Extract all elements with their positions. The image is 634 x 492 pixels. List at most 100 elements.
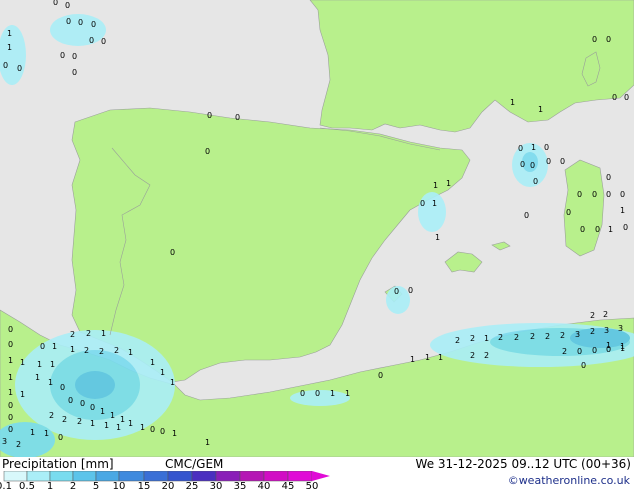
map-value-label: 2 bbox=[70, 330, 75, 339]
map-value-label: 1 bbox=[7, 29, 12, 38]
map-value-label: 0 bbox=[68, 396, 73, 405]
map-value-label: 1 bbox=[128, 419, 133, 428]
precip-patch-catalonia bbox=[418, 192, 446, 232]
map-value-label: 0 bbox=[17, 64, 22, 73]
credit-link[interactable]: ©weatheronline.co.uk bbox=[508, 474, 630, 487]
scale-tick-label: 15 bbox=[137, 481, 151, 492]
map-value-label: 2 bbox=[530, 332, 535, 341]
map-value-label: 2 bbox=[99, 347, 104, 356]
map-value-label: 1 bbox=[44, 429, 49, 438]
map-value-label: 3 bbox=[2, 437, 7, 446]
map-value-label: 2 bbox=[84, 346, 89, 355]
map-value-label: 0 bbox=[580, 225, 585, 234]
map-value-label: 1 bbox=[345, 389, 350, 398]
map-value-label: 0 bbox=[577, 190, 582, 199]
map-value-label: 1 bbox=[7, 43, 12, 52]
scale-swatch bbox=[215, 471, 241, 482]
scale-swatch bbox=[72, 471, 97, 482]
map-value-label: 0 bbox=[624, 93, 629, 102]
map-value-label: 0 bbox=[606, 173, 611, 182]
scale-tick-label: 50 bbox=[305, 481, 319, 492]
scale-tick-label: 40 bbox=[257, 481, 271, 492]
scale-swatch bbox=[49, 471, 74, 482]
map-value-label: 1 bbox=[170, 378, 175, 387]
map-value-label: 0 bbox=[8, 340, 13, 349]
map-value-label: 0 bbox=[606, 35, 611, 44]
map-value-label: 1 bbox=[50, 360, 55, 369]
map-value-label: 2 bbox=[560, 331, 565, 340]
map-value-label: 1 bbox=[150, 358, 155, 367]
map-value-label: 0 bbox=[60, 383, 65, 392]
scale-swatch bbox=[3, 471, 28, 482]
map-value-label: 0 bbox=[101, 37, 106, 46]
map-value-label: 1 bbox=[438, 353, 443, 362]
map-value-label: 0 bbox=[72, 68, 77, 77]
map-value-label: 1 bbox=[205, 438, 210, 447]
map-value-label: 3 bbox=[618, 324, 623, 333]
map-value-label: 0 bbox=[620, 190, 625, 199]
map-value-label: 2 bbox=[455, 336, 460, 345]
map-value-label: 0 bbox=[8, 401, 13, 410]
map-value-label: 0 bbox=[592, 346, 597, 355]
map-value-label: 1 bbox=[20, 390, 25, 399]
map-value-label: 0 bbox=[66, 17, 71, 26]
map-value-label: 0 bbox=[89, 36, 94, 45]
map-value-label: 0 bbox=[577, 347, 582, 356]
scale-tick-label: 10 bbox=[112, 481, 126, 492]
map-value-label: 0 bbox=[544, 143, 549, 152]
map-value-label: 0 bbox=[378, 371, 383, 380]
scale-tick-label: 20 bbox=[161, 481, 175, 492]
scale-tick-label: 25 bbox=[185, 481, 199, 492]
scale-tick-label: 0.5 bbox=[19, 481, 35, 492]
map-value-label: 2 bbox=[498, 333, 503, 342]
map-value-label: 1 bbox=[172, 429, 177, 438]
map-value-label: 1 bbox=[484, 334, 489, 343]
map-value-label: 0 bbox=[623, 223, 628, 232]
map-value-label: 1 bbox=[432, 199, 437, 208]
map-value-label: 0 bbox=[53, 0, 58, 7]
map-value-label: 1 bbox=[620, 206, 625, 215]
scale-swatch bbox=[26, 471, 51, 482]
map-value-label: 2 bbox=[62, 415, 67, 424]
map-value-label: 1 bbox=[35, 373, 40, 382]
model-name: CMC/GEM bbox=[165, 457, 224, 471]
map-value-label: 0 bbox=[524, 211, 529, 220]
map-value-label: 2 bbox=[562, 347, 567, 356]
map-value-label: 0 bbox=[205, 147, 210, 156]
scale-tick-label: 45 bbox=[281, 481, 295, 492]
map-value-label: 0 bbox=[533, 177, 538, 186]
map-value-label: 1 bbox=[8, 373, 13, 382]
map-value-label: 1 bbox=[110, 411, 115, 420]
legend-title: Precipitation [mm] bbox=[2, 457, 114, 471]
map-value-label: 1 bbox=[52, 342, 57, 351]
map-value-label: 2 bbox=[484, 351, 489, 360]
map-value-label: 1 bbox=[510, 98, 515, 107]
map-value-label: 1 bbox=[140, 423, 145, 432]
map-value-label: 1 bbox=[70, 345, 75, 354]
map-value-label: 1 bbox=[446, 179, 451, 188]
map-value-label: 2 bbox=[590, 327, 595, 336]
precip-patch-gibraltar-core bbox=[75, 371, 115, 399]
map-value-label: 1 bbox=[101, 329, 106, 338]
map-value-label: 1 bbox=[531, 143, 536, 152]
scale-tick-label: 2 bbox=[69, 481, 77, 492]
map-value-label: 1 bbox=[8, 388, 13, 397]
legend-bar: Precipitation [mm] CMC/GEM We 31-12-2025… bbox=[0, 457, 634, 492]
map-value-label: 2 bbox=[77, 417, 82, 426]
map-value-label: 3 bbox=[575, 330, 580, 339]
map-value-label: 0 bbox=[3, 61, 8, 70]
map-value-label: 0 bbox=[394, 287, 399, 296]
map-value-label: 1 bbox=[433, 181, 438, 190]
scale-tick-label: 5 bbox=[92, 481, 100, 492]
map-value-label: 0 bbox=[160, 427, 165, 436]
map-value-label: 2 bbox=[86, 329, 91, 338]
map-value-label: 0 bbox=[518, 144, 523, 153]
map-value-label: 2 bbox=[114, 346, 119, 355]
map-value-label: 0 bbox=[315, 389, 320, 398]
map-value-label: 0 bbox=[40, 342, 45, 351]
map-value-label: 0 bbox=[606, 190, 611, 199]
map-value-label: 1 bbox=[410, 355, 415, 364]
map-value-label: 1 bbox=[20, 358, 25, 367]
map-value-label: 0 bbox=[520, 160, 525, 169]
map-value-label: 0 bbox=[78, 18, 83, 27]
